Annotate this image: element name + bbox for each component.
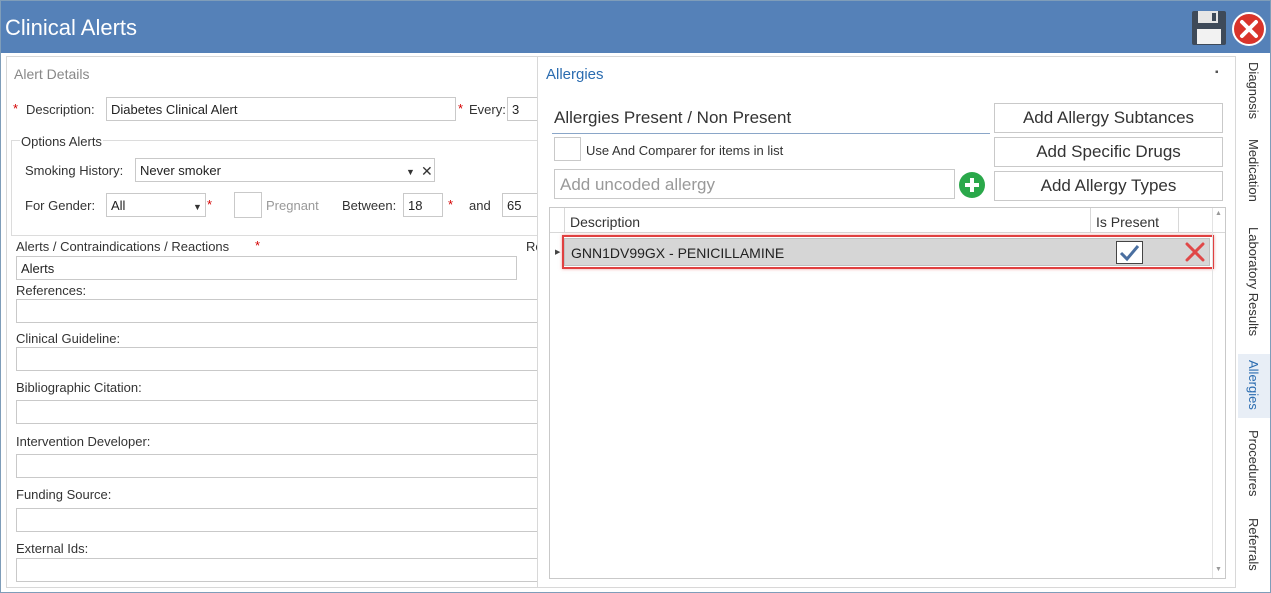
column-header-actions	[1178, 208, 1212, 233]
window-title: Clinical Alerts	[5, 15, 138, 40]
add-allergy-types-button[interactable]: Add Allergy Types	[994, 171, 1223, 201]
contraindications-input[interactable]: Alerts	[16, 256, 517, 280]
every-label: Every:	[469, 102, 506, 117]
title-bar: Clinical Alerts	[1, 1, 1270, 53]
references-input[interactable]	[16, 299, 537, 323]
smoking-history-label: Smoking History:	[25, 163, 124, 178]
allergies-grid: Description Is Present ▶ GNN1DV99GX - PE…	[549, 207, 1226, 579]
alert-details-panel: Alert Details * Description: Diabetes Cl…	[6, 56, 538, 588]
tab-procedures[interactable]: Procedures	[1238, 430, 1270, 510]
column-header-is-present[interactable]: Is Present	[1090, 208, 1178, 233]
clear-icon[interactable]: ✕	[421, 163, 433, 180]
column-header-description[interactable]: Description	[564, 208, 1090, 233]
add-specific-drugs-button[interactable]: Add Specific Drugs	[994, 137, 1223, 167]
and-label: and	[469, 198, 491, 213]
pregnant-checkbox[interactable]	[234, 192, 262, 218]
required-marker: *	[255, 238, 261, 253]
side-tab-strip: Diagnosis Medication Laboratory Results …	[1238, 56, 1270, 591]
plus-circle-icon	[959, 172, 985, 198]
bibliographic-citation-label: Bibliographic Citation:	[16, 380, 142, 395]
row-indicator-icon: ▶	[555, 249, 561, 256]
allergies-panel: Allergies ▪ Allergies Present / Non Pres…	[537, 56, 1236, 588]
add-uncoded-allergy-button[interactable]	[958, 171, 986, 199]
tab-referrals[interactable]: Referrals	[1238, 518, 1270, 588]
tab-label: Allergies	[1246, 360, 1261, 410]
required-marker: *	[207, 197, 213, 212]
gender-combo[interactable]: All	[106, 193, 206, 217]
clinical-guideline-label: Clinical Guideline:	[16, 331, 121, 346]
gender-value: All	[111, 198, 126, 213]
pregnant-label: Pregnant	[266, 198, 319, 213]
pin-icon[interactable]: ▪	[1215, 67, 1219, 78]
external-ids-label: External Ids:	[16, 541, 89, 556]
tab-label: Diagnosis	[1246, 62, 1261, 120]
close-button[interactable]	[1231, 11, 1267, 47]
tab-label: Referrals	[1246, 518, 1261, 571]
required-marker: *	[13, 101, 19, 116]
allergies-present-label: Allergies Present / Non Present	[552, 104, 990, 134]
gender-label: For Gender:	[25, 198, 96, 213]
close-circle-icon	[1232, 12, 1266, 46]
save-button[interactable]	[1191, 10, 1227, 46]
every-input[interactable]: 3	[507, 97, 537, 121]
intervention-developer-label: Intervention Developer:	[16, 434, 151, 449]
smoking-history-combo[interactable]: Never smoker	[135, 158, 435, 182]
grid-header: Description Is Present	[550, 208, 1225, 233]
funding-source-label: Funding Source:	[16, 487, 112, 502]
use-and-comparer-checkbox[interactable]	[554, 137, 581, 161]
options-alerts-title: Options Alerts	[20, 134, 103, 149]
dropdown-arrow-icon[interactable]: ▼	[406, 167, 415, 177]
external-ids-input[interactable]	[16, 558, 537, 582]
required-marker: *	[458, 101, 464, 116]
use-and-comparer-label: Use And Comparer for items in list	[586, 143, 784, 158]
add-allergy-substances-button[interactable]: Add Allergy Subtances	[994, 103, 1223, 133]
scroll-up-icon[interactable]: ▲	[1215, 210, 1222, 217]
scroll-down-icon[interactable]: ▼	[1215, 566, 1222, 573]
funding-source-input[interactable]	[16, 508, 537, 532]
uncoded-allergy-input[interactable]: Add uncoded allergy	[554, 169, 955, 199]
options-alerts-group	[11, 140, 537, 236]
tab-label: Medication	[1246, 139, 1261, 202]
description-input[interactable]: Diabetes Clinical Alert	[106, 97, 456, 121]
tab-label: Laboratory Results	[1246, 227, 1261, 337]
floppy-disk-icon	[1192, 11, 1226, 45]
selected-row-highlight	[562, 235, 1214, 269]
tab-medication[interactable]: Medication	[1238, 139, 1270, 219]
smoking-history-value: Never smoker	[140, 163, 221, 178]
clinical-alerts-window: Clinical Alerts Alert Details * Descript…	[0, 0, 1271, 593]
intervention-developer-input[interactable]	[16, 454, 537, 478]
required-marker: *	[448, 197, 454, 212]
tab-label: Procedures	[1246, 430, 1261, 497]
tab-diagnosis[interactable]: Diagnosis	[1238, 62, 1270, 132]
tab-allergies[interactable]: Allergies	[1238, 354, 1270, 418]
age-from-input[interactable]: 18	[403, 193, 443, 217]
between-label: Between:	[342, 198, 397, 213]
tab-laboratory-results[interactable]: Laboratory Results	[1238, 227, 1270, 347]
age-to-input[interactable]: 65	[502, 193, 537, 217]
clinical-guideline-input[interactable]	[16, 347, 537, 371]
grid-scrollbar[interactable]: ▲ ▼	[1212, 208, 1225, 578]
allergies-title: Allergies	[546, 66, 604, 83]
alert-details-title: Alert Details	[14, 66, 90, 82]
dropdown-arrow-icon[interactable]: ▼	[193, 202, 202, 212]
bibliographic-citation-input[interactable]	[16, 400, 537, 424]
contraindications-label: Alerts / Contraindications / Reactions	[16, 239, 230, 254]
description-label: Description:	[26, 102, 95, 117]
references-label: References:	[16, 283, 87, 298]
